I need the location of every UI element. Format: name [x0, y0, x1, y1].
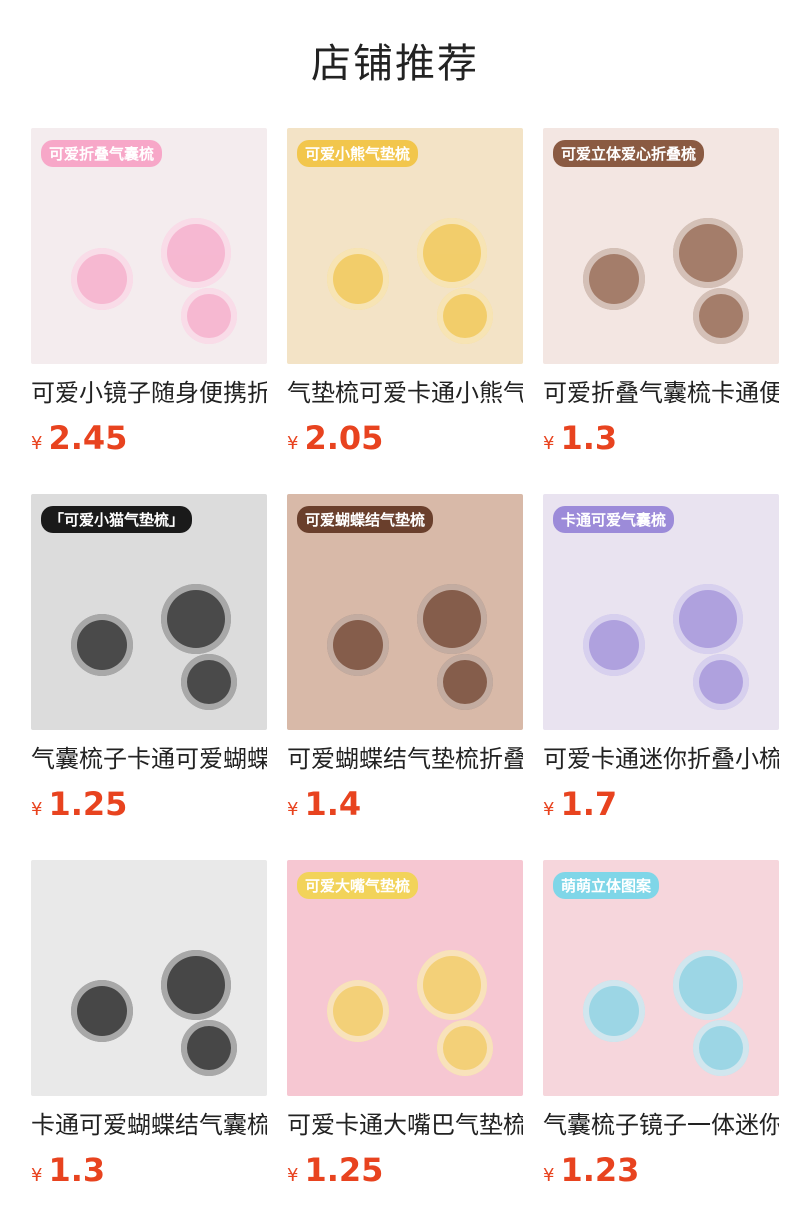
product-image[interactable]: 可爱小熊气垫梳	[287, 128, 523, 364]
price-value: 1.25	[48, 785, 128, 823]
currency-symbol: ¥	[543, 433, 555, 454]
product-name[interactable]: 气囊梳子卡通可爱蝴蝶	[31, 744, 267, 774]
product-image-tag: 萌萌立体图案	[553, 872, 660, 899]
hair-comb-illustration	[181, 654, 237, 710]
product-image[interactable]: 卡通可爱气囊梳	[543, 494, 779, 730]
product-image-tag: 卡通可爱气囊梳	[553, 506, 675, 533]
product-price: ¥2.05	[287, 420, 523, 462]
product-image-tag: 「可爱小猫气垫梳」	[41, 506, 193, 533]
product-card[interactable]: 卡通可爱蝴蝶结气囊梳 ¥1.3	[31, 860, 267, 1194]
product-image[interactable]: 萌萌立体图案	[543, 860, 779, 1096]
currency-symbol: ¥	[31, 799, 43, 820]
hair-comb-illustration	[161, 950, 231, 1020]
hair-comb-illustration	[693, 288, 749, 344]
product-name[interactable]: 可爱卡通迷你折叠小梳	[543, 744, 779, 774]
price-value: 1.3	[560, 419, 618, 457]
product-image-tag: 可爱立体爱心折叠梳	[553, 140, 705, 167]
product-card[interactable]: 可爱立体爱心折叠梳 可爱折叠气囊梳卡通便 ¥1.3	[543, 128, 779, 462]
product-price: ¥1.3	[31, 1152, 267, 1194]
product-card[interactable]: 萌萌立体图案 气囊梳子镜子一体迷你 ¥1.23	[543, 860, 779, 1194]
price-value: 1.4	[304, 785, 362, 823]
product-price: ¥1.4	[287, 786, 523, 828]
hair-comb-illustration	[437, 654, 493, 710]
product-name[interactable]: 可爱小镜子随身便携折	[31, 378, 267, 408]
hair-comb-illustration	[181, 288, 237, 344]
hair-comb-illustration	[327, 248, 389, 310]
currency-symbol: ¥	[31, 433, 43, 454]
product-name[interactable]: 可爱卡通大嘴巴气垫梳	[287, 1110, 523, 1140]
product-card[interactable]: 可爱小熊气垫梳 气垫梳可爱卡通小熊气 ¥2.05	[287, 128, 523, 462]
product-image[interactable]	[31, 860, 267, 1096]
hair-comb-illustration	[327, 980, 389, 1042]
currency-symbol: ¥	[287, 433, 299, 454]
hair-comb-illustration	[693, 1020, 749, 1076]
product-grid: 可爱折叠气囊梳 可爱小镜子随身便携折 ¥2.45 可爱小熊气垫梳 气垫梳可爱卡通…	[31, 128, 779, 1194]
product-card[interactable]: 可爱折叠气囊梳 可爱小镜子随身便携折 ¥2.45	[31, 128, 267, 462]
product-price: ¥1.25	[31, 786, 267, 828]
hair-comb-illustration	[673, 584, 743, 654]
hair-comb-illustration	[327, 614, 389, 676]
hair-comb-illustration	[71, 980, 133, 1042]
hair-comb-illustration	[437, 288, 493, 344]
product-image[interactable]: 可爱大嘴气垫梳	[287, 860, 523, 1096]
product-price: ¥1.25	[287, 1152, 523, 1194]
hair-comb-illustration	[71, 248, 133, 310]
price-value: 1.25	[304, 1151, 384, 1189]
hair-comb-illustration	[583, 614, 645, 676]
hair-comb-illustration	[181, 1020, 237, 1076]
product-card[interactable]: 可爱大嘴气垫梳 可爱卡通大嘴巴气垫梳 ¥1.25	[287, 860, 523, 1194]
shop-recommendation-page: 店铺推荐 可爱折叠气囊梳 可爱小镜子随身便携折 ¥2.45 可爱小熊气垫梳 气垫…	[0, 0, 790, 1232]
product-card[interactable]: 可爱蝴蝶结气垫梳 可爱蝴蝶结气垫梳折叠 ¥1.4	[287, 494, 523, 828]
hair-comb-illustration	[417, 584, 487, 654]
product-name[interactable]: 卡通可爱蝴蝶结气囊梳	[31, 1110, 267, 1140]
product-image-tag: 可爱蝴蝶结气垫梳	[297, 506, 434, 533]
currency-symbol: ¥	[543, 1165, 555, 1186]
product-name[interactable]: 可爱蝴蝶结气垫梳折叠	[287, 744, 523, 774]
product-image[interactable]: 可爱折叠气囊梳	[31, 128, 267, 364]
hair-comb-illustration	[583, 248, 645, 310]
product-image[interactable]: 可爱立体爱心折叠梳	[543, 128, 779, 364]
hair-comb-illustration	[161, 584, 231, 654]
product-price: ¥1.23	[543, 1152, 779, 1194]
price-value: 1.7	[560, 785, 618, 823]
price-value: 1.23	[560, 1151, 640, 1189]
currency-symbol: ¥	[287, 1165, 299, 1186]
product-image-tag: 可爱小熊气垫梳	[297, 140, 419, 167]
product-card[interactable]: 卡通可爱气囊梳 可爱卡通迷你折叠小梳 ¥1.7	[543, 494, 779, 828]
currency-symbol: ¥	[543, 799, 555, 820]
page-title: 店铺推荐	[311, 41, 479, 87]
hair-comb-illustration	[673, 218, 743, 288]
price-value: 2.05	[304, 419, 384, 457]
currency-symbol: ¥	[287, 799, 299, 820]
hair-comb-illustration	[693, 654, 749, 710]
product-card[interactable]: 「可爱小猫气垫梳」 气囊梳子卡通可爱蝴蝶 ¥1.25	[31, 494, 267, 828]
product-image-tag: 可爱折叠气囊梳	[41, 140, 163, 167]
hair-comb-illustration	[417, 950, 487, 1020]
product-price: ¥1.7	[543, 786, 779, 828]
currency-symbol: ¥	[31, 1165, 43, 1186]
product-price: ¥2.45	[31, 420, 267, 462]
product-image[interactable]: 「可爱小猫气垫梳」	[31, 494, 267, 730]
product-image[interactable]: 可爱蝴蝶结气垫梳	[287, 494, 523, 730]
hair-comb-illustration	[583, 980, 645, 1042]
hair-comb-illustration	[437, 1020, 493, 1076]
hair-comb-illustration	[673, 950, 743, 1020]
product-name[interactable]: 气垫梳可爱卡通小熊气	[287, 378, 523, 408]
hair-comb-illustration	[417, 218, 487, 288]
product-image-tag: 可爱大嘴气垫梳	[297, 872, 419, 899]
product-name[interactable]: 可爱折叠气囊梳卡通便	[543, 378, 779, 408]
price-value: 2.45	[48, 419, 128, 457]
hair-comb-illustration	[71, 614, 133, 676]
hair-comb-illustration	[161, 218, 231, 288]
product-price: ¥1.3	[543, 420, 779, 462]
product-name[interactable]: 气囊梳子镜子一体迷你	[543, 1110, 779, 1140]
price-value: 1.3	[48, 1151, 106, 1189]
